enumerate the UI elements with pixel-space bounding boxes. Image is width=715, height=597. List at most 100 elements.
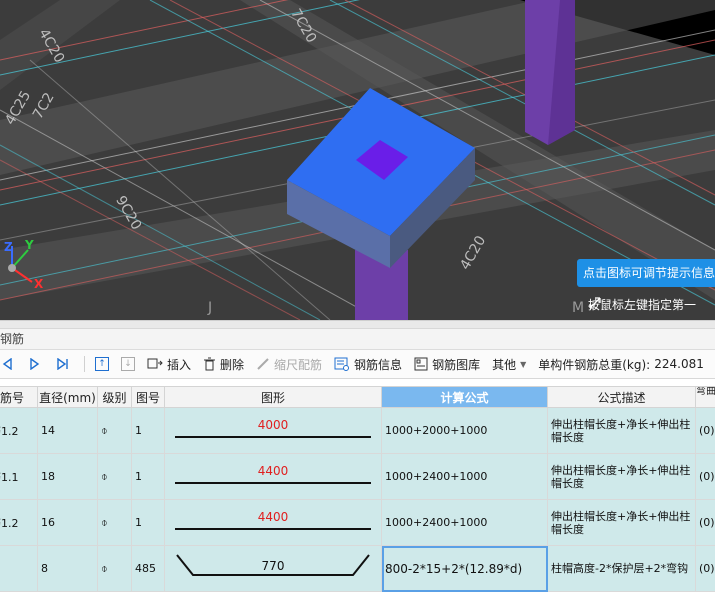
delete-label: 删除 [220, 357, 245, 372]
cell-shape[interactable]: 770 [164, 545, 382, 592]
library-icon [414, 357, 428, 371]
delete-button[interactable]: 删除 [203, 356, 244, 373]
col-header-shape[interactable]: 图形 [164, 386, 382, 408]
rebar-panel: 钢筋 ↑ ↓ 插入 删除 缩尺配筋 钢筋信息 钢筋图库 其他 ▼ 单构件钢筋总重… [0, 320, 715, 597]
table-row[interactable]: 筋1.1 18 ⌽ 1 4400 1000+2400+1000 伸出柱帽长度+净… [0, 453, 715, 500]
cell-formula[interactable]: 1000+2400+1000 [381, 499, 548, 546]
total-weight: 单构件钢筋总重(kg): 224.081 [538, 356, 704, 373]
insert-row-icon [147, 358, 163, 369]
cell-desc[interactable]: 伸出柱帽长度+净长+伸出柱帽长度 [547, 453, 696, 500]
last-arrow-icon [57, 358, 68, 370]
grid-axis-j: J [208, 300, 213, 316]
col-header-bend[interactable]: 弯曲 [695, 386, 715, 408]
shape-length[interactable]: 4400 [175, 510, 371, 524]
first-arrow-icon [2, 358, 12, 370]
bar-line [175, 435, 371, 438]
cell-shape-no[interactable]: 1 [131, 407, 165, 454]
cell-shape-no[interactable]: 485 [131, 545, 165, 592]
col-header-diameter[interactable]: 直径(mm) [37, 386, 98, 408]
last-record-button[interactable] [56, 357, 70, 371]
arrow-up-icon: ↑ [95, 357, 109, 371]
rebar-info-label: 钢筋信息 [354, 357, 403, 372]
table-row[interactable]: 筋1.2 16 ⌽ 1 4400 1000+2400+1000 伸出柱帽长度+净… [0, 499, 715, 546]
trash-icon [204, 357, 216, 371]
axis-x-label: X [34, 277, 44, 291]
cell-shape-no[interactable]: 1 [131, 453, 165, 500]
cell-name[interactable]: 筋1.2 [0, 499, 38, 546]
tip-bubble[interactable]: 点击图标可调节提示信息 [577, 259, 715, 287]
scale-rebar-label: 缩尺配筋 [274, 357, 323, 372]
col-header-name[interactable]: 筋号 [0, 386, 38, 408]
rebar-info-button[interactable]: 钢筋信息 [334, 356, 402, 373]
caret-down-icon: ▼ [520, 359, 527, 369]
total-weight-label: 单构件钢筋总重(kg): [538, 357, 651, 372]
arrow-down-icon: ↓ [121, 357, 135, 371]
col-header-grade[interactable]: 级别 [97, 386, 132, 408]
cell-shape[interactable]: 4400 [164, 453, 382, 500]
cell-name[interactable]: 筋1.2 [0, 407, 38, 454]
col-header-shape-no[interactable]: 图号 [131, 386, 165, 408]
rebar-library-label: 钢筋图库 [432, 357, 481, 372]
shape-length[interactable]: 4000 [175, 418, 371, 432]
cell-diameter[interactable]: 16 [37, 499, 98, 546]
ruler-icon [257, 358, 269, 370]
scale-rebar-button[interactable]: 缩尺配筋 [256, 356, 322, 373]
cell-desc[interactable]: 伸出柱帽长度+净长+伸出柱帽长度 [547, 499, 696, 546]
straight-bar-shape: 4400 [175, 462, 371, 492]
cell-formula[interactable]: 1000+2000+1000 [381, 407, 548, 454]
cell-bend[interactable]: (0) [695, 407, 715, 454]
status-hint-text: 按鼠标左键指定第一 [588, 298, 697, 312]
cell-name[interactable]: 筋1.1 [0, 453, 38, 500]
3d-viewport[interactable]: 7C20 4C20 4C25 7C2 9C20 4C20 Z Y X J M 点… [0, 0, 715, 320]
rebar-library-button[interactable]: 钢筋图库 [414, 356, 480, 373]
cell-diameter[interactable]: 8 [37, 545, 98, 592]
cell-formula[interactable]: 800-2*15+2*(12.89*d) [381, 545, 548, 592]
cell-grade[interactable]: ⌽ [97, 545, 132, 592]
cell-formula[interactable]: 1000+2400+1000 [381, 453, 548, 500]
cell-shape[interactable]: 4000 [164, 407, 382, 454]
cell-grade[interactable]: ⌽ [97, 407, 132, 454]
cell-name[interactable]: 1 [0, 545, 38, 592]
cell-diameter[interactable]: 14 [37, 407, 98, 454]
bar-line [175, 527, 371, 530]
panel-title: 钢筋 [0, 329, 715, 350]
shape-length[interactable]: 4400 [175, 464, 371, 478]
col-header-formula[interactable]: 计算公式 [381, 386, 548, 408]
move-down-button[interactable]: ↓ [121, 357, 135, 371]
next-record-button[interactable] [28, 357, 42, 371]
insert-label: 插入 [167, 357, 192, 372]
cell-grade[interactable]: ⌽ [97, 499, 132, 546]
shape-length[interactable]: 770 [175, 559, 371, 573]
other-dropdown[interactable]: 其他 ▼ [492, 356, 526, 373]
cell-bend[interactable]: (0) [695, 453, 715, 500]
axis-z-label: Z [4, 240, 13, 254]
cell-grade[interactable]: ⌽ [97, 453, 132, 500]
table-row[interactable]: 1 8 ⌽ 485 770 800-2*15+2*(12.89*d) 柱帽高度-… [0, 545, 715, 592]
cursor-arrow-icon [589, 297, 601, 309]
toolbar-divider [84, 356, 85, 372]
splitter[interactable] [0, 320, 715, 329]
cell-desc[interactable]: 伸出柱帽长度+净长+伸出柱帽长度 [547, 407, 696, 454]
cell-desc[interactable]: 柱帽高度-2*保护层+2*弯钩 [547, 545, 696, 592]
cell-shape[interactable]: 4400 [164, 499, 382, 546]
other-label: 其他 [492, 357, 517, 372]
straight-bar-shape: 4400 [175, 508, 371, 538]
first-record-button[interactable] [0, 357, 14, 371]
move-up-button[interactable]: ↑ [95, 357, 109, 371]
stirrup-hook-shape: 770 [175, 551, 371, 587]
rebar-toolbar: ↑ ↓ 插入 删除 缩尺配筋 钢筋信息 钢筋图库 其他 ▼ 单构件钢筋总重(kg… [0, 350, 715, 379]
table-row[interactable]: 筋1.2 14 ⌽ 1 4000 1000+2000+1000 伸出柱帽长度+净… [0, 407, 715, 454]
status-hint: 按鼠标左键指定第一 [588, 296, 696, 313]
cell-bend[interactable]: (0) [695, 545, 715, 592]
cell-shape-no[interactable]: 1 [131, 499, 165, 546]
next-arrow-icon [30, 358, 40, 370]
rebar-table: 筋号 直径(mm) 级别 图号 图形 计算公式 公式描述 弯曲 筋1.2 14 … [0, 386, 715, 592]
cell-bend[interactable]: (0) [695, 499, 715, 546]
col-header-desc[interactable]: 公式描述 [547, 386, 696, 408]
insert-button[interactable]: 插入 [147, 356, 191, 373]
bar-line [175, 481, 371, 484]
grid-axis-m: M [572, 300, 585, 316]
cell-diameter[interactable]: 18 [37, 453, 98, 500]
info-list-icon [334, 357, 350, 371]
total-weight-value: 224.081 [654, 357, 704, 371]
